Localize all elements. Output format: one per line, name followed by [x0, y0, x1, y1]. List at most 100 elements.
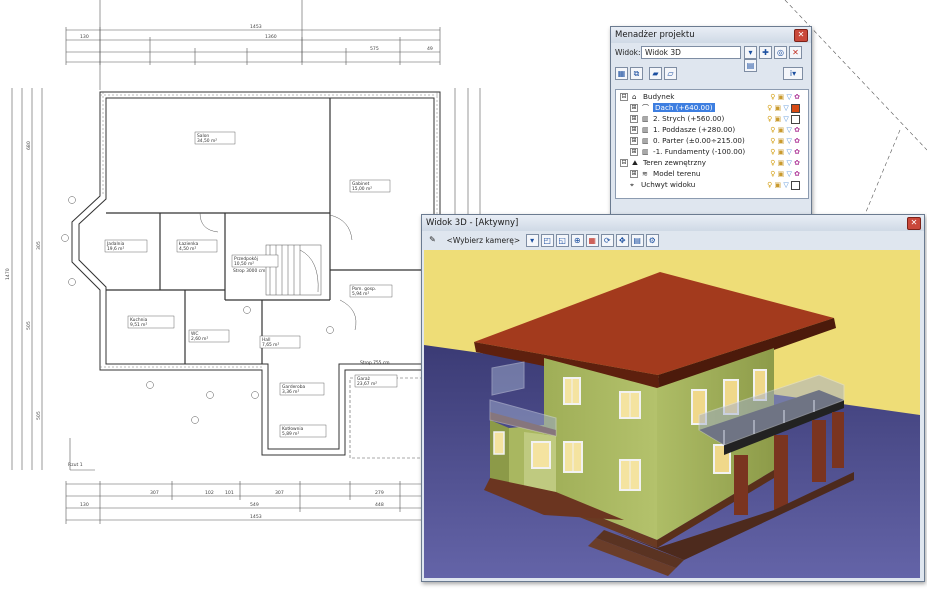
bulb-icon[interactable]: ♀: [770, 148, 775, 156]
project-manager-titlebar[interactable]: Menadżer projektu ✕: [611, 27, 811, 43]
lock-icon[interactable]: ▣: [775, 181, 782, 189]
filter-icon[interactable]: ▽: [787, 126, 792, 134]
filter-icon[interactable]: ▽: [787, 148, 792, 156]
view-select[interactable]: Widok 3D: [641, 46, 741, 59]
color-swatch-icon[interactable]: [791, 103, 800, 113]
settings-icon[interactable]: ⚙: [645, 234, 659, 247]
lock-icon[interactable]: ▣: [778, 126, 785, 134]
dropdown-arrow-icon[interactable]: ▾: [744, 46, 757, 59]
filter-icon[interactable]: ▽: [787, 170, 792, 178]
collapse-icon[interactable]: ⊟: [620, 93, 628, 101]
bulb-icon[interactable]: ♀: [770, 93, 775, 101]
lock-icon[interactable]: ▣: [778, 137, 785, 145]
view-select-value: Widok 3D: [645, 48, 681, 57]
filter-icon[interactable]: ▽: [787, 137, 792, 145]
bulb-icon[interactable]: ♀: [767, 104, 772, 112]
pan-icon[interactable]: ✥: [615, 234, 629, 247]
palette-icon[interactable]: ✿: [794, 170, 800, 178]
view-properties-icon[interactable]: ▤: [744, 59, 757, 72]
room-area-wc: 2,60 m²: [191, 336, 208, 342]
bulb-icon[interactable]: ♀: [770, 126, 775, 134]
dropdown-arrow-icon[interactable]: ▾: [525, 234, 539, 247]
bulb-icon[interactable]: ♀: [770, 159, 775, 167]
lock-icon[interactable]: ▣: [775, 115, 782, 123]
room-area-kuchnia: 9,51 m²: [130, 322, 147, 328]
tree-item-budynek[interactable]: ⊟ ⌂ Budynek ♀ ▣ ▽ ✿: [620, 92, 804, 102]
expand-icon[interactable]: ⊞: [630, 126, 638, 134]
tree-item-model-terenu[interactable]: ⊞ ≋ Model terenu ♀ ▣ ▽ ✿: [630, 169, 804, 179]
new-level-icon[interactable]: ▦: [615, 67, 628, 80]
view3d-title: Widok 3D - [Aktywny]: [426, 218, 519, 228]
terrain-icon: ⛰: [632, 159, 638, 167]
copy-level-icon[interactable]: ⧉: [630, 67, 643, 80]
close-icon[interactable]: ✕: [907, 217, 921, 230]
palette-icon[interactable]: ✿: [794, 137, 800, 145]
lock-icon[interactable]: ▣: [778, 170, 785, 178]
terrain-model-icon: ≋: [642, 170, 648, 178]
roof-icon: ⌒: [642, 104, 649, 112]
tree-item-fundamenty[interactable]: ⊞ ▥ -1. Fundamenty (-100.00) ♀ ▣ ▽ ✿: [630, 147, 804, 157]
palette-icon[interactable]: ✿: [794, 148, 800, 156]
collapse-icon[interactable]: ⊟: [620, 159, 628, 167]
add-view-icon[interactable]: ✚: [759, 46, 772, 59]
camera-icon[interactable]: ✎: [426, 234, 439, 247]
tree-item-teren[interactable]: ⊟ ⛰ Teren zewnętrzny ♀ ▣ ▽ ✿: [620, 158, 804, 168]
close-icon[interactable]: ✕: [794, 29, 808, 42]
palette-icon[interactable]: ✿: [794, 159, 800, 167]
project-tree[interactable]: ⊟ ⌂ Budynek ♀ ▣ ▽ ✿ ⊞ ⌒ Dach (+640.00) ♀ ▣ ▽…: [615, 89, 809, 199]
color-swatch-icon[interactable]: [791, 180, 800, 190]
ortho-icon[interactable]: ◱: [555, 234, 569, 247]
tree-item-poddasze[interactable]: ⊞ ▥ 1. Poddasze (+280.00) ♀ ▣ ▽ ✿: [630, 125, 804, 135]
perspective-icon[interactable]: ◰: [540, 234, 554, 247]
view3d-titlebar[interactable]: Widok 3D - [Aktywny] ✕: [422, 215, 924, 231]
row-flags: ♀ ▣ ▽: [767, 103, 800, 113]
palette-icon[interactable]: ✿: [794, 126, 800, 134]
bulb-icon[interactable]: ♀: [767, 115, 772, 123]
folder-icon[interactable]: ▱: [664, 67, 677, 80]
expand-icon[interactable]: ⊞: [630, 148, 638, 156]
filter-icon[interactable]: ▽: [787, 93, 792, 101]
lock-icon[interactable]: ▣: [778, 159, 785, 167]
filter-icon[interactable]: ▽: [783, 104, 788, 112]
view-label: Widok:: [615, 48, 641, 57]
open-folder-icon[interactable]: ▰: [649, 67, 662, 80]
expand-icon[interactable]: ⊞: [630, 170, 638, 178]
camera-select[interactable]: <Wybierz kamerę>: [444, 233, 524, 248]
lock-icon[interactable]: ▣: [778, 93, 785, 101]
filter-icon[interactable]: ▽: [783, 115, 788, 123]
color-swatch-icon[interactable]: [791, 114, 800, 124]
bulb-icon[interactable]: ♀: [770, 137, 775, 145]
view3d-window[interactable]: Widok 3D - [Aktywny] ✕ ✎ <Wybierz kamerę…: [421, 214, 925, 582]
bulb-icon[interactable]: ♀: [770, 170, 775, 178]
tree-item-label: -1. Fundamenty (-100.00): [653, 147, 746, 156]
filter-icon[interactable]: ▽: [783, 181, 788, 189]
bulb-icon[interactable]: ♀: [767, 181, 772, 189]
expand-icon[interactable]: ⊞: [630, 137, 638, 145]
zoom-icon[interactable]: ⊕: [570, 234, 584, 247]
orbit-icon[interactable]: ⟳: [600, 234, 614, 247]
info-menu-icon[interactable]: i▾: [783, 67, 803, 80]
lock-icon[interactable]: ▣: [775, 104, 782, 112]
tree-item-strych[interactable]: ⊞ ▥ 2. Strych (+560.00) ♀ ▣ ▽: [630, 114, 804, 124]
dim-left-680: 680: [26, 141, 32, 150]
expand-icon[interactable]: ⊞: [630, 115, 638, 123]
delete-view-icon[interactable]: ✕: [789, 46, 802, 59]
eye-icon[interactable]: ◎: [774, 46, 787, 59]
section-label: Rzut 1: [68, 462, 83, 468]
palette-icon[interactable]: ✿: [794, 93, 800, 101]
view3d-canvas[interactable]: [424, 250, 920, 578]
lock-icon[interactable]: ▣: [778, 148, 785, 156]
project-manager-window[interactable]: Menadżer projektu ✕ Widok: Widok 3D ▾ ✚ ◎ ✕…: [610, 26, 812, 216]
tree-item-parter[interactable]: ⊞ ▥ 0. Parter (±0.00÷215.00) ♀ ▣ ▽ ✿: [630, 136, 804, 146]
layers-icon[interactable]: ▤: [630, 234, 644, 247]
render-icon[interactable]: ▦: [585, 234, 599, 247]
room-area-pom-gosp: 5,94 m²: [352, 291, 369, 297]
dim-bottom-102: 102: [205, 490, 214, 496]
tree-item-dach[interactable]: ⊞ ⌒ Dach (+640.00) ♀ ▣ ▽: [630, 103, 804, 113]
tree-item-uchwyt[interactable]: ⌖ Uchwyt widoku ♀ ▣ ▽: [620, 180, 804, 190]
expand-icon[interactable]: ⊞: [630, 104, 638, 112]
floor-icon: ▥: [642, 137, 649, 145]
dim-left-505: 505: [26, 321, 32, 330]
filter-icon[interactable]: ▽: [787, 159, 792, 167]
